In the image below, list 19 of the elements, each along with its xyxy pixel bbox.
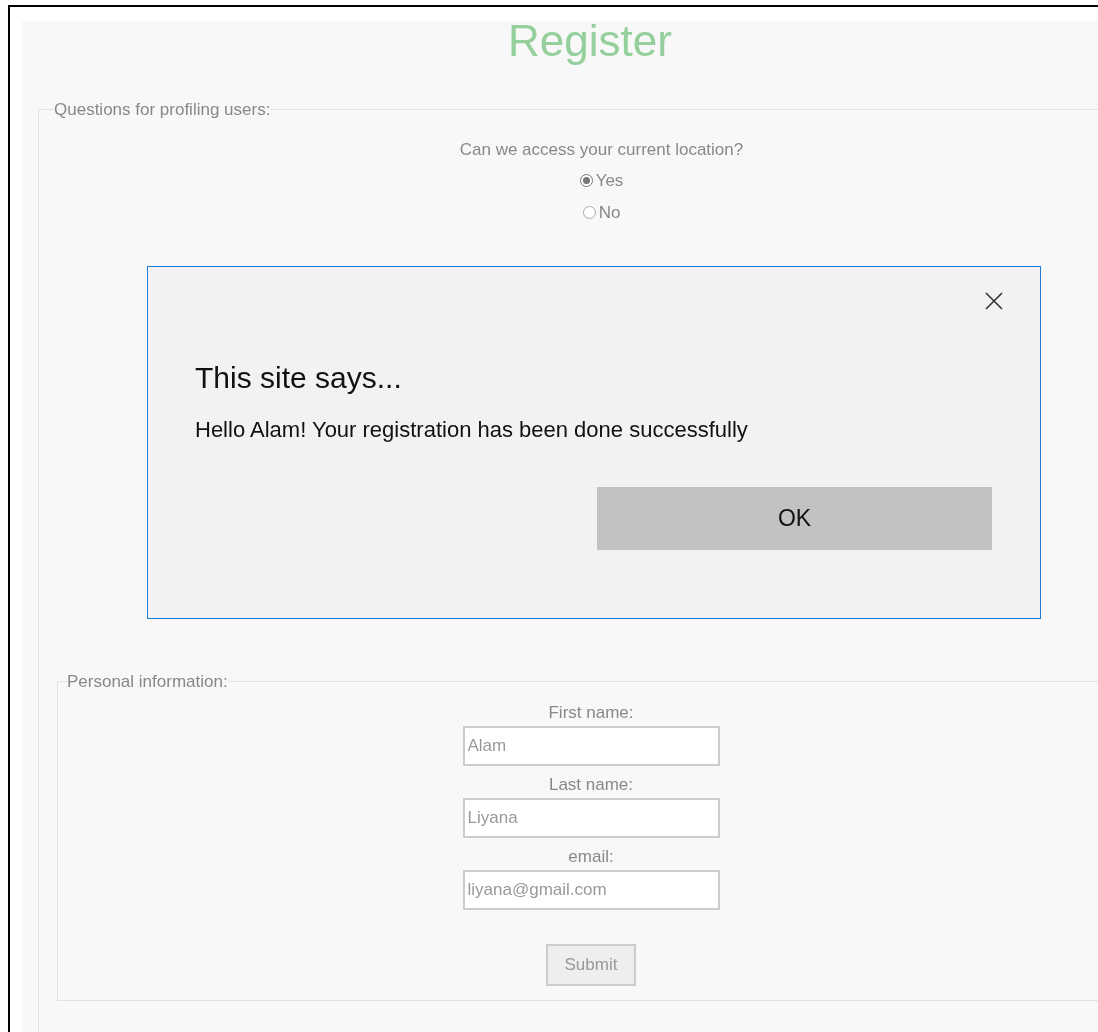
- field-label: email:: [568, 846, 614, 868]
- fieldset-legend: Questions for profiling users:: [54, 97, 271, 123]
- dialog-message: Hello Alam! Your registration has been done successfully: [195, 416, 748, 444]
- radio-button[interactable]: [579, 174, 593, 187]
- radio-button[interactable]: [582, 206, 596, 219]
- submit-button[interactable]: Submit: [546, 944, 636, 986]
- radio-label: Yes: [595, 169, 624, 192]
- ok-button[interactable]: OK: [597, 487, 992, 550]
- input-field[interactable]: Alam: [462, 726, 720, 766]
- question-text: Can we access your current location?: [459, 138, 744, 161]
- dialog-title: This site says...: [195, 360, 402, 396]
- close-icon[interactable]: [984, 291, 1004, 311]
- field-label: Last name:: [548, 774, 634, 796]
- field-label: First name:: [548, 702, 634, 724]
- input-field[interactable]: liyana@gmail.com: [462, 870, 720, 910]
- fieldset-legend: Personal information:: [67, 668, 228, 694]
- input-field[interactable]: Liyana: [462, 798, 720, 838]
- radio-label: No: [598, 201, 621, 224]
- page-title: Register: [508, 15, 672, 67]
